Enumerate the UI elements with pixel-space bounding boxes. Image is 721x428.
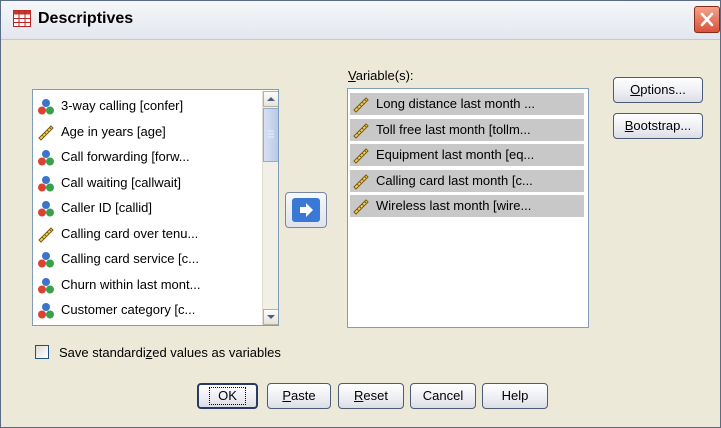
move-to-variables-button[interactable] xyxy=(285,192,327,228)
nominal-icon xyxy=(37,200,55,218)
variable-item-label: Long distance last month ... xyxy=(376,96,535,111)
title-bar[interactable]: Descriptives xyxy=(1,1,720,40)
source-item-label: Call waiting [callwait] xyxy=(61,174,181,190)
scroll-up-button[interactable] xyxy=(263,91,278,107)
source-item-label: Caller ID [callid] xyxy=(61,200,153,215)
variables-list[interactable]: Long distance last month ... Toll free la… xyxy=(347,88,589,328)
nominal-icon xyxy=(37,251,55,269)
scale-icon xyxy=(352,198,370,216)
close-button[interactable] xyxy=(694,6,720,33)
variables-label: Variable(s): xyxy=(348,68,414,83)
source-item-label: Calling card over tenu... xyxy=(61,225,199,241)
reset-button[interactable]: Reset xyxy=(338,383,404,409)
source-list-scrollbar[interactable] xyxy=(262,91,278,325)
paste-button[interactable]: Paste xyxy=(267,383,331,409)
variable-item-label: Equipment last month [eq... xyxy=(376,147,535,162)
scroll-down-button[interactable] xyxy=(263,309,278,325)
table-icon xyxy=(13,10,31,27)
grip-icon xyxy=(268,130,274,138)
nominal-icon xyxy=(37,98,55,116)
nominal-icon xyxy=(37,175,55,193)
variable-item-label: Calling card last month [c... xyxy=(376,172,533,188)
ok-button[interactable]: OK xyxy=(197,383,258,409)
nominal-icon xyxy=(37,277,55,295)
source-item-label: Age in years [age] xyxy=(61,123,166,139)
variable-item-label: Wireless last month [wire... xyxy=(376,198,532,213)
descriptives-dialog: Descriptives 3-way calling [confer] Age i… xyxy=(0,0,721,428)
scale-icon xyxy=(352,147,370,165)
variable-item-label: Toll free last month [tollm... xyxy=(376,121,531,137)
options-button[interactable]: Options... xyxy=(613,77,703,103)
source-item-label: Call forwarding [forw... xyxy=(61,149,190,164)
nominal-icon xyxy=(37,302,55,320)
source-variable-list[interactable]: 3-way calling [confer] Age in years [age]… xyxy=(32,89,279,326)
ok-label: OK xyxy=(209,387,246,405)
bootstrap-button[interactable]: Bootstrap... xyxy=(613,113,703,139)
close-icon xyxy=(700,12,714,27)
cancel-button[interactable]: Cancel xyxy=(410,383,476,409)
source-item-label: Calling card service [c... xyxy=(61,251,199,266)
scale-icon xyxy=(37,124,55,142)
source-item-label: 3-way calling [confer] xyxy=(61,98,184,113)
scale-icon xyxy=(352,96,370,114)
save-standardized-label[interactable]: Save standardized values as variables xyxy=(59,345,281,360)
nominal-icon xyxy=(37,149,55,167)
scale-icon xyxy=(37,226,55,244)
chevron-down-icon xyxy=(267,315,275,319)
scale-icon xyxy=(352,173,370,191)
save-standardized-checkbox[interactable] xyxy=(35,345,49,359)
help-button[interactable]: Help xyxy=(482,383,548,409)
window-title: Descriptives xyxy=(38,10,134,27)
source-item-label: Customer category [c... xyxy=(61,302,196,317)
source-item-label: Churn within last mont... xyxy=(61,276,201,292)
scroll-thumb[interactable] xyxy=(263,108,278,162)
chevron-up-icon xyxy=(267,97,275,101)
arrow-right-icon xyxy=(292,198,320,222)
scale-icon xyxy=(352,122,370,140)
